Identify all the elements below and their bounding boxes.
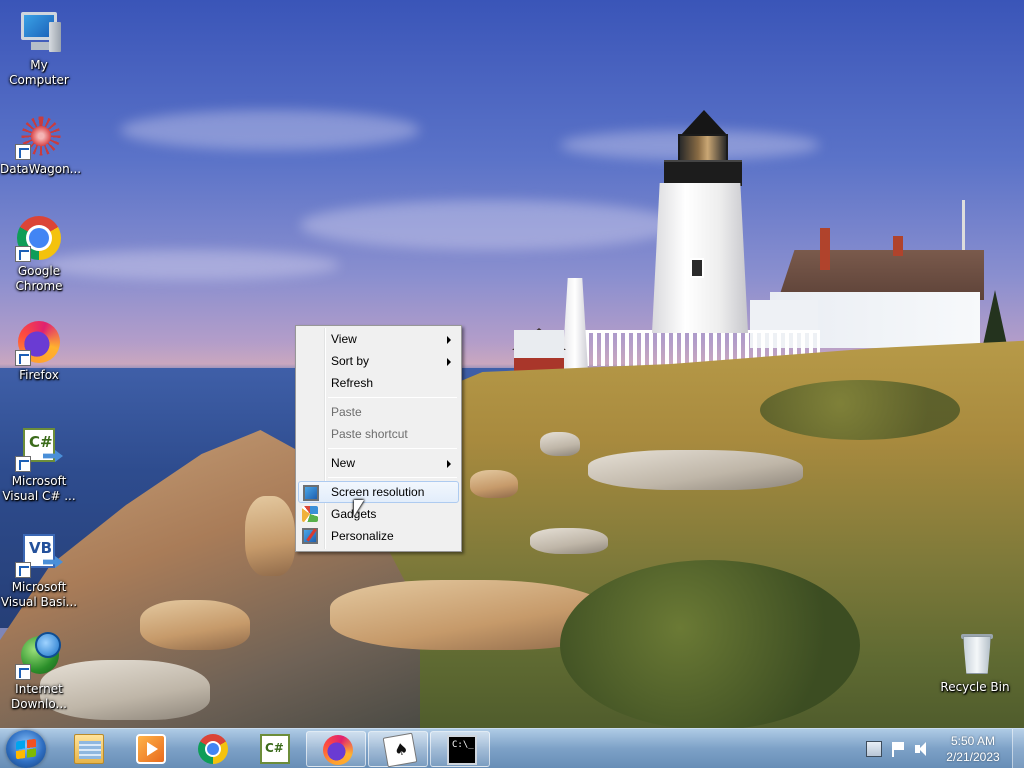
windows-logo-icon bbox=[16, 738, 36, 760]
menu-item-paste: Paste bbox=[298, 401, 459, 423]
taskbar-button-media-player[interactable] bbox=[120, 731, 180, 767]
recycle-bin-icon bbox=[963, 636, 991, 674]
desktop-wallpaper[interactable] bbox=[0, 0, 1024, 728]
desktop-icon-my-computer[interactable]: My Computer bbox=[0, 8, 78, 88]
desktop-icon-datawagon[interactable]: DataWagon... bbox=[0, 112, 82, 177]
menu-item-label: Personalize bbox=[331, 529, 394, 543]
desktop-icon-label: Google Chrome bbox=[15, 264, 63, 293]
menu-separator bbox=[328, 477, 457, 478]
menu-item-screen-resolution[interactable]: Screen resolution bbox=[298, 481, 459, 503]
menu-item-label: New bbox=[331, 456, 356, 470]
desktop-icon-label: DataWagon... bbox=[0, 162, 82, 176]
menu-item-gadgets[interactable]: Gadgets bbox=[298, 503, 459, 525]
command-prompt-icon: C:\_ bbox=[447, 735, 477, 765]
desktop-icon-internet-download[interactable]: Internet Downlo... bbox=[0, 632, 78, 712]
flag-icon[interactable] bbox=[890, 741, 906, 757]
taskbar-button-chrome[interactable] bbox=[182, 731, 242, 767]
menu-item-view[interactable]: View bbox=[298, 328, 459, 350]
desktop-icon-visual-csharp[interactable]: C# Microsoft Visual C# ... bbox=[0, 424, 78, 504]
desktop-icon-label: Recycle Bin bbox=[940, 680, 1010, 694]
shortcut-arrow-icon bbox=[15, 562, 31, 578]
menu-item-paste-shortcut: Paste shortcut bbox=[298, 423, 459, 445]
desktop-icon-google-chrome[interactable]: Google Chrome bbox=[0, 214, 78, 294]
menu-item-personalize[interactable]: Personalize bbox=[298, 525, 459, 547]
file-explorer-icon bbox=[74, 734, 104, 764]
visual-csharp-icon: C# bbox=[260, 734, 290, 764]
firefox-icon bbox=[323, 735, 353, 765]
shortcut-arrow-icon bbox=[15, 144, 31, 160]
desktop-icon-label: Microsoft Visual C# ... bbox=[2, 474, 76, 503]
menu-item-label: Screen resolution bbox=[331, 485, 425, 499]
desktop-icon-label: My Computer bbox=[9, 58, 69, 87]
taskbar-button-command-prompt[interactable]: C:\_ bbox=[430, 731, 490, 767]
desktop-icon-label: Microsoft Visual Basi... bbox=[0, 580, 78, 609]
menu-item-label: View bbox=[331, 332, 357, 346]
menu-item-label: Paste shortcut bbox=[331, 427, 408, 441]
submenu-arrow-icon bbox=[447, 358, 451, 366]
clock-date: 2/21/2023 bbox=[946, 750, 1000, 764]
menu-item-new[interactable]: New bbox=[298, 452, 459, 474]
personalize-icon bbox=[302, 528, 318, 544]
solitaire-icon bbox=[382, 732, 418, 768]
desktop-icon-label: Firefox bbox=[19, 368, 59, 382]
menu-item-label: Refresh bbox=[331, 376, 374, 390]
menu-item-sort-by[interactable]: Sort by bbox=[298, 350, 459, 372]
action-center-icon[interactable] bbox=[866, 741, 882, 757]
mouse-cursor-icon bbox=[354, 500, 364, 516]
shortcut-arrow-icon bbox=[15, 664, 31, 680]
taskbar: C# C:\_ 5:50 AM 2/21/2023 bbox=[0, 728, 1024, 768]
clock-time: 5:50 AM bbox=[950, 734, 996, 748]
shortcut-arrow-icon bbox=[15, 350, 31, 366]
start-button[interactable] bbox=[6, 730, 46, 768]
system-tray bbox=[862, 737, 942, 761]
desktop-context-menu: View Sort by Refresh Paste Paste shortcu… bbox=[295, 325, 462, 552]
taskbar-button-firefox[interactable] bbox=[306, 731, 366, 767]
shortcut-arrow-icon bbox=[15, 456, 31, 472]
desktop-icon-recycle-bin[interactable]: Recycle Bin bbox=[936, 630, 1014, 695]
media-player-icon bbox=[136, 734, 166, 764]
taskbar-button-file-explorer[interactable] bbox=[58, 731, 118, 767]
taskbar-button-visual-csharp[interactable]: C# bbox=[244, 731, 304, 767]
submenu-arrow-icon bbox=[447, 336, 451, 344]
menu-item-refresh[interactable]: Refresh bbox=[298, 372, 459, 394]
taskbar-button-solitaire[interactable] bbox=[368, 731, 428, 768]
menu-separator bbox=[328, 448, 457, 449]
menu-item-label: Paste bbox=[331, 405, 362, 419]
screen-resolution-icon bbox=[303, 485, 319, 501]
taskbar-clock[interactable]: 5:50 AM 2/21/2023 bbox=[940, 733, 1006, 765]
desktop-icon-visual-basic[interactable]: VB Microsoft Visual Basi... bbox=[0, 530, 78, 610]
menu-separator bbox=[328, 397, 457, 398]
show-desktop-button[interactable] bbox=[1012, 729, 1024, 768]
gadgets-icon bbox=[302, 506, 318, 522]
menu-item-label: Sort by bbox=[331, 354, 370, 368]
desktop-icon-label: Internet Downlo... bbox=[11, 682, 67, 711]
volume-icon[interactable] bbox=[914, 741, 930, 757]
chrome-icon bbox=[198, 734, 228, 764]
desktop-icon-firefox[interactable]: Firefox bbox=[0, 318, 78, 383]
shortcut-arrow-icon bbox=[15, 246, 31, 262]
submenu-arrow-icon bbox=[447, 460, 451, 468]
